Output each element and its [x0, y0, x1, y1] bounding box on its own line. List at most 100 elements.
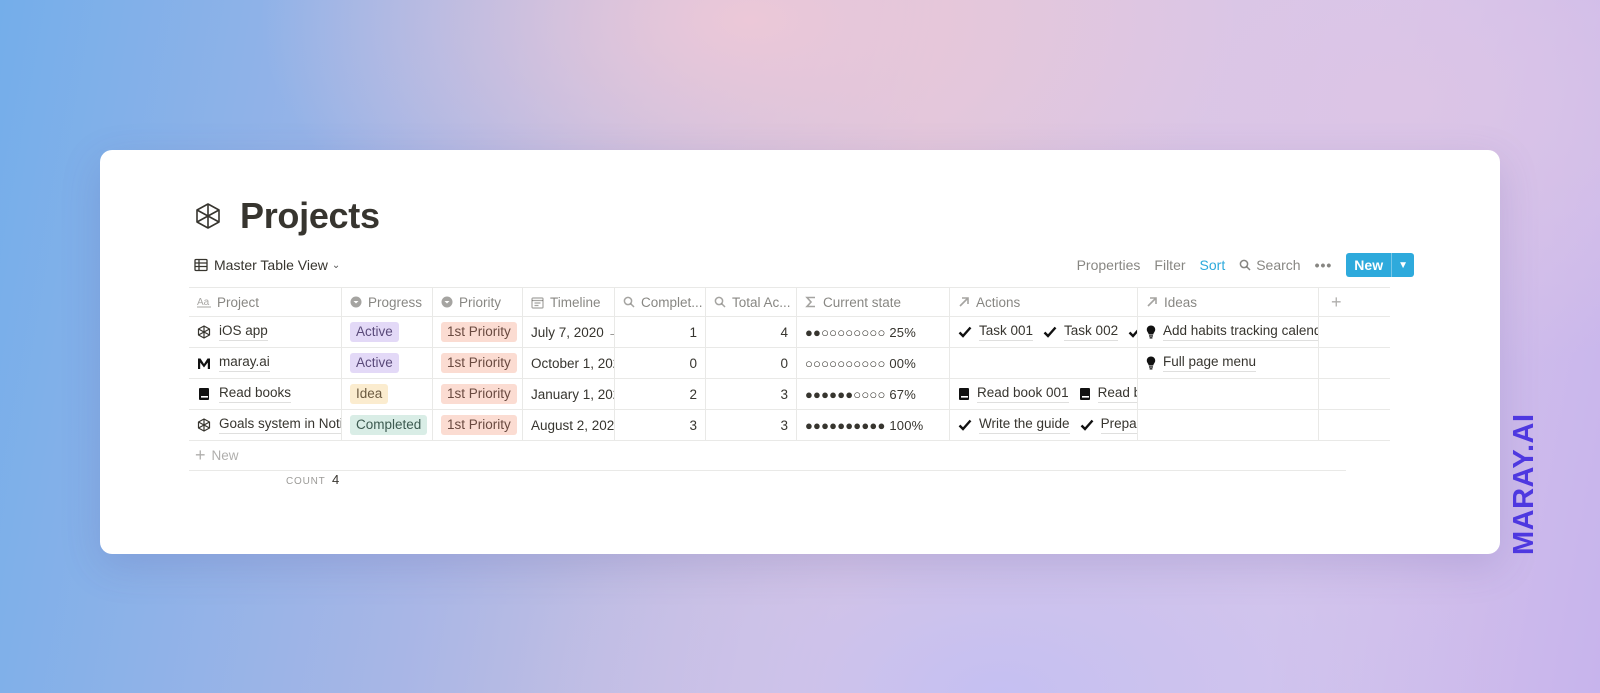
ideas-cell[interactable]: Add habits tracking calendar [1138, 317, 1319, 347]
action-relation[interactable]: Write the guide [958, 416, 1070, 434]
formula-sigma-icon [805, 296, 817, 308]
completed-value: 1 [689, 324, 697, 340]
column-header-add[interactable]: + [1319, 288, 1390, 316]
view-switcher[interactable]: Master Table View ⌄ [194, 257, 340, 273]
search-button[interactable]: Search [1239, 257, 1301, 273]
completed-cell[interactable]: 1 [615, 317, 706, 347]
total-actions-cell[interactable]: 4 [706, 317, 797, 347]
project-name[interactable]: iOS app [219, 323, 268, 341]
lightbulb-icon [1146, 356, 1156, 370]
add-row-label: New [211, 448, 239, 463]
priority-cell[interactable]: 1st Priority [433, 317, 523, 347]
column-header-timeline[interactable]: Timeline [523, 288, 615, 316]
action-relation[interactable]: Read book 001 [958, 385, 1069, 403]
priority-cell[interactable]: 1st Priority [433, 410, 523, 440]
progress-cell[interactable]: Idea [342, 379, 433, 409]
actions-cell[interactable] [950, 348, 1138, 378]
current-state-cell[interactable]: ●●●●●●○○○○ 67% [797, 379, 950, 409]
idea-relation[interactable]: Full page menu [1146, 354, 1257, 372]
action-relation[interactable] [1128, 326, 1137, 338]
project-cell[interactable]: Read books [189, 379, 342, 409]
idea-relation[interactable]: Add habits tracking calendar [1146, 323, 1318, 341]
column-header-total-ac[interactable]: Total Ac... [706, 288, 797, 316]
table-row[interactable]: Read books Idea 1st Priority January 1, 20 2… [189, 379, 1390, 410]
priority-tag: 1st Priority [441, 415, 517, 435]
completed-cell[interactable]: 3 [615, 410, 706, 440]
project-cell[interactable]: maray.ai [189, 348, 342, 378]
total-actions-cell[interactable]: 0 [706, 348, 797, 378]
progress-cell[interactable]: Completed [342, 410, 433, 440]
completed-cell[interactable]: 2 [615, 379, 706, 409]
column-header-priority[interactable]: Priority [433, 288, 523, 316]
priority-tag: 1st Priority [441, 384, 517, 404]
column-header-project[interactable]: Aa Project [189, 288, 342, 316]
current-state-cell[interactable]: ○○○○○○○○○○ 00% [797, 348, 950, 378]
ideas-cell[interactable] [1138, 410, 1319, 440]
column-header-current-state[interactable]: Current state [797, 288, 950, 316]
new-button[interactable]: New ▼ [1346, 253, 1414, 277]
current-state-cell[interactable]: ●●●●●●●●●● 100% [797, 410, 950, 440]
sort-button[interactable]: Sort [1200, 257, 1226, 273]
action-relation[interactable]: Prepare [1080, 416, 1137, 434]
add-column-icon[interactable]: + [1331, 292, 1342, 313]
book-icon [197, 387, 211, 401]
project-name[interactable]: Read books [219, 385, 292, 403]
chevron-down-icon: ⌄ [331, 259, 341, 271]
total-actions-value: 0 [780, 355, 788, 371]
total-actions-cell[interactable]: 3 [706, 379, 797, 409]
project-name[interactable]: Goals system in Notion [219, 416, 341, 434]
more-options-button[interactable]: ••• [1315, 257, 1333, 273]
idea-title: Add habits tracking calendar [1163, 323, 1318, 341]
column-header-actions[interactable]: Actions [950, 288, 1138, 316]
table-row[interactable]: Goals system in Notion Completed 1st Prior… [189, 410, 1390, 441]
check-icon [958, 326, 972, 338]
empty-cell[interactable] [1319, 379, 1390, 409]
timeline-cell[interactable]: July 7, 2020 → [523, 317, 615, 347]
empty-cell[interactable] [1319, 348, 1390, 378]
ideas-cell[interactable]: Full page menu [1138, 348, 1319, 378]
project-cell[interactable]: iOS app [189, 317, 342, 347]
action-relation[interactable]: Read book [1079, 385, 1137, 403]
action-title: Prepare [1100, 416, 1137, 434]
properties-button[interactable]: Properties [1077, 257, 1141, 273]
timeline-cell[interactable]: January 1, 2020 [523, 379, 615, 409]
progress-cell[interactable]: Active [342, 317, 433, 347]
action-relation[interactable]: Task 001 [958, 323, 1034, 341]
project-name[interactable]: maray.ai [219, 354, 270, 372]
column-header-progress[interactable]: Progress [342, 288, 433, 316]
column-header-complet[interactable]: Complet... [615, 288, 706, 316]
action-relation[interactable]: Task 002 [1043, 323, 1119, 341]
cube-icon[interactable] [194, 202, 222, 230]
actions-cell[interactable]: Write the guide Prepare [950, 410, 1138, 440]
column-header-ideas[interactable]: Ideas [1138, 288, 1319, 316]
completed-cell[interactable]: 0 [615, 348, 706, 378]
count-summary[interactable]: COUNT 4 [286, 472, 339, 487]
chevron-down-icon[interactable]: ▼ [1391, 253, 1414, 277]
priority-cell[interactable]: 1st Priority [433, 348, 523, 378]
add-row-button[interactable]: + New [189, 441, 1346, 471]
check-icon [958, 419, 972, 431]
progress-cell[interactable]: Active [342, 348, 433, 378]
timeline-cell[interactable]: October 1, 2021 [523, 348, 615, 378]
actions-cell[interactable]: Task 001 Task 002 [950, 317, 1138, 347]
empty-cell[interactable] [1319, 410, 1390, 440]
timeline-value: January 1, 2020 [531, 386, 614, 402]
page-title[interactable]: Projects [240, 195, 380, 237]
action-title: Read book 001 [977, 385, 1069, 403]
book-icon [958, 387, 970, 401]
filter-button[interactable]: Filter [1154, 257, 1185, 273]
rollup-search-icon [714, 296, 726, 308]
new-button-label[interactable]: New [1346, 253, 1391, 277]
action-title: Write the guide [979, 416, 1070, 434]
project-cell[interactable]: Goals system in Notion [189, 410, 342, 440]
priority-cell[interactable]: 1st Priority [433, 379, 523, 409]
cube-icon [197, 418, 211, 432]
table-row[interactable]: iOS app Active 1st Priority July 7, 2020 → 1… [189, 317, 1390, 348]
current-state-cell[interactable]: ●●○○○○○○○○ 25% [797, 317, 950, 347]
ideas-cell[interactable] [1138, 379, 1319, 409]
actions-cell[interactable]: Read book 001 Read book [950, 379, 1138, 409]
empty-cell[interactable] [1319, 317, 1390, 347]
total-actions-cell[interactable]: 3 [706, 410, 797, 440]
timeline-cell[interactable]: August 2, 2021 [523, 410, 615, 440]
table-row[interactable]: maray.ai Active 1st Priority October 1, 202… [189, 348, 1390, 379]
